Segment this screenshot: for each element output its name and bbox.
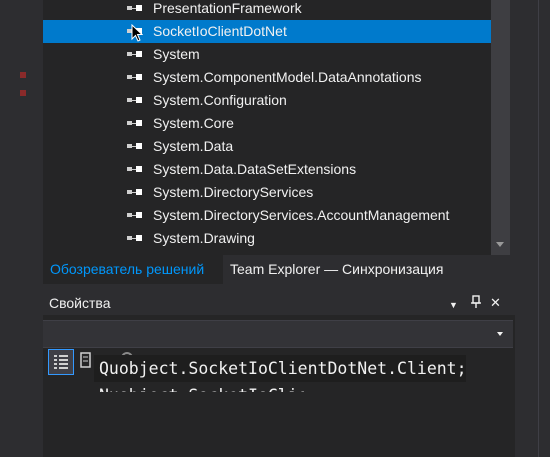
properties-titlebar: Свойства ▼ ✕ xyxy=(43,291,515,315)
solution-explorer-tree[interactable]: PresentationFramework SocketIoClientDotN… xyxy=(43,0,491,255)
chevron-down-icon[interactable] xyxy=(497,332,503,336)
vertical-scrollbar[interactable] xyxy=(491,0,510,255)
reference-label: System.Drawing xyxy=(153,230,255,246)
tooltip: Quobject.SocketIoClientDotNet.Client; xyxy=(94,355,466,382)
reference-icon xyxy=(127,140,147,152)
reference-icon xyxy=(127,71,147,83)
reference-label: System.Core xyxy=(153,115,234,131)
reference-label: SocketIoClientDotNet xyxy=(153,23,287,39)
reference-icon xyxy=(127,232,147,244)
reference-icon xyxy=(127,117,147,129)
right-divider xyxy=(538,0,539,457)
reference-label: System.DirectoryServices.AccountManageme… xyxy=(153,207,450,223)
reference-icon xyxy=(127,163,147,175)
pin-icon[interactable] xyxy=(471,295,481,309)
reference-item[interactable]: System xyxy=(43,43,491,66)
editor-gutter xyxy=(0,0,34,457)
properties-title: Свойства xyxy=(49,295,111,311)
reference-item-selected[interactable]: SocketIoClientDotNet xyxy=(43,20,491,43)
window-position-dropdown-icon[interactable]: ▼ xyxy=(449,297,458,313)
reference-label: PresentationFramework xyxy=(153,0,302,16)
reference-icon xyxy=(127,48,147,60)
reference-item[interactable]: System.Data xyxy=(43,135,491,158)
reference-label: System xyxy=(153,46,200,62)
scroll-down-arrow-icon[interactable] xyxy=(496,242,504,247)
reference-icon xyxy=(127,186,147,198)
tab-team-explorer[interactable]: Team Explorer — Синхронизация xyxy=(230,255,443,284)
tab-solution-explorer[interactable]: Обозреватель решений xyxy=(43,255,223,284)
reference-label: System.ComponentModel.DataAnnotations xyxy=(153,69,422,85)
right-margin xyxy=(515,0,550,457)
reference-item[interactable]: System.Configuration xyxy=(43,89,491,112)
close-icon[interactable]: ✕ xyxy=(490,295,501,311)
reference-item[interactable]: System.ComponentModel.DataAnnotations xyxy=(43,66,491,89)
reference-icon xyxy=(127,2,147,14)
reference-label: System.Configuration xyxy=(153,92,287,108)
reference-icon xyxy=(127,209,147,221)
reference-item[interactable]: System.Drawing xyxy=(43,227,491,250)
reference-item[interactable]: PresentationFramework xyxy=(43,0,491,20)
reference-label: System.Data.DataSetExtensions xyxy=(153,161,357,177)
tool-window-tabs: Обозреватель решений Team Explorer — Син… xyxy=(43,255,515,284)
reference-label: System.Data xyxy=(153,138,234,154)
object-selector-combo[interactable] xyxy=(43,320,513,348)
reference-item[interactable]: System.Data.DataSetExtensions xyxy=(43,158,491,181)
categorized-button[interactable] xyxy=(48,349,74,375)
tooltip-overflow-text: Nuobject.SocketIoClientDotNet.Client; xyxy=(94,382,304,392)
reference-item[interactable]: System.DirectoryServices xyxy=(43,181,491,204)
mouse-cursor-icon xyxy=(131,24,143,42)
reference-icon xyxy=(127,94,147,106)
reference-item[interactable]: System.Core xyxy=(43,112,491,135)
categorized-icon xyxy=(54,355,68,369)
reference-label: System.DirectoryServices xyxy=(153,184,314,200)
error-marker xyxy=(20,90,26,96)
error-marker xyxy=(20,72,26,78)
reference-item[interactable]: System.DirectoryServices.AccountManageme… xyxy=(43,204,491,227)
